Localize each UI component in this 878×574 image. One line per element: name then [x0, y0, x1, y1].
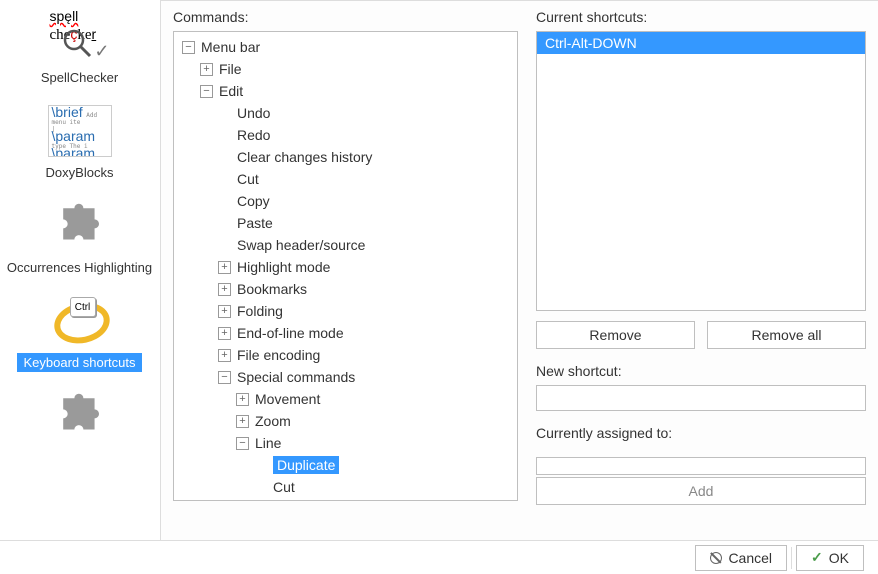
expand-icon[interactable]: +: [200, 63, 213, 76]
tree-item-label: Cut: [273, 479, 295, 495]
tree-item-menu-bar[interactable]: −Menu bar: [174, 36, 517, 58]
current-shortcuts-list[interactable]: Ctrl-Alt-DOWN: [536, 31, 866, 311]
tree-item-cut[interactable]: Cut: [174, 476, 517, 498]
tree-item-bookmarks[interactable]: + Bookmarks: [174, 278, 517, 300]
expand-icon[interactable]: +: [218, 327, 231, 340]
sidebar-item-doxyblocks[interactable]: \brief Add menu ite|\param type The i\pa…: [0, 95, 159, 190]
doxyblocks-icon: \brief Add menu ite|\param type The i\pa…: [48, 99, 112, 163]
tree-item-label: End-of-line mode: [237, 325, 344, 341]
tree-item-folding[interactable]: + Folding: [174, 300, 517, 322]
tree-item-clear-changes-history[interactable]: Clear changes history: [174, 146, 517, 168]
tree-item-zoom[interactable]: + Zoom: [174, 410, 517, 432]
tree-item-movement[interactable]: + Movement: [174, 388, 517, 410]
puzzle-icon: [48, 384, 112, 448]
tree-item-label: File: [219, 61, 242, 77]
expand-icon[interactable]: +: [236, 415, 249, 428]
tree-item-label: Edit: [219, 83, 243, 99]
tree-item-label: Cut: [237, 171, 259, 187]
collapse-icon[interactable]: −: [200, 85, 213, 98]
assigned-to-label: Currently assigned to:: [536, 425, 866, 441]
tree-item-cut[interactable]: Cut: [174, 168, 517, 190]
tree-item-undo[interactable]: Undo: [174, 102, 517, 124]
check-icon: ✓: [811, 549, 823, 566]
sidebar-item-keyboard-shortcuts[interactable]: Ctrl Keyboard shortcuts: [0, 285, 159, 380]
tree-item-swap-header-source[interactable]: Swap header/source: [174, 234, 517, 256]
tree-item-label: Movement: [255, 391, 320, 407]
tree-item-label: Undo: [237, 105, 270, 121]
tree-item-label: Clear changes history: [237, 149, 372, 165]
add-button[interactable]: Add: [536, 477, 866, 505]
tree-item-label: Zoom: [255, 413, 291, 429]
expand-icon[interactable]: +: [218, 283, 231, 296]
cancel-button[interactable]: Cancel: [695, 545, 787, 571]
remove-all-button[interactable]: Remove all: [707, 321, 866, 349]
keyboard-icon: Ctrl: [48, 289, 112, 353]
expand-icon[interactable]: +: [218, 305, 231, 318]
sidebar-item-item-4[interactable]: [0, 380, 159, 460]
sidebar-item-occurrences-highlighting[interactable]: Occurrences Highlighting: [0, 190, 159, 285]
tree-item-label: Line: [255, 435, 281, 451]
commands-tree[interactable]: −Menu bar+File−EditUndoRedoClear changes…: [173, 31, 518, 501]
tree-item-label: Folding: [237, 303, 283, 319]
tree-item-label: Duplicate: [273, 456, 339, 474]
expand-icon[interactable]: +: [236, 393, 249, 406]
sidebar-item-label: Keyboard shortcuts: [17, 353, 141, 372]
tree-item-edit[interactable]: −Edit: [174, 80, 517, 102]
current-shortcuts-label: Current shortcuts:: [536, 9, 866, 25]
sidebar-item-label: Occurrences Highlighting: [1, 258, 158, 277]
keyboard-shortcuts-panel: Commands: −Menu bar+File−EditUndoRedoCle…: [160, 0, 878, 540]
tree-item-file-encoding[interactable]: + File encoding: [174, 344, 517, 366]
tree-item-copy[interactable]: Copy: [174, 190, 517, 212]
shortcut-item[interactable]: Ctrl-Alt-DOWN: [537, 32, 865, 54]
ok-button[interactable]: ✓ OK: [796, 545, 864, 571]
tree-item-paste[interactable]: Paste: [174, 212, 517, 234]
remove-button[interactable]: Remove: [536, 321, 695, 349]
sidebar-item-label: DoxyBlocks: [40, 163, 120, 182]
puzzle-icon: [48, 194, 112, 258]
tree-item-duplicate[interactable]: Duplicate: [174, 454, 517, 476]
expand-icon[interactable]: +: [218, 349, 231, 362]
tree-item-line[interactable]: −Line: [174, 432, 517, 454]
plugin-sidebar: spęllcheçker ✓ SpellChecker\brief Add me…: [0, 0, 160, 540]
sidebar-item-label: [74, 448, 86, 452]
cancel-icon: [710, 552, 722, 564]
tree-item-label: Swap header/source: [237, 237, 365, 253]
new-shortcut-input[interactable]: [536, 385, 866, 411]
tree-item-label: Special commands: [237, 369, 355, 385]
spellcheck-icon: spęllcheçker ✓: [48, 4, 112, 68]
new-shortcut-label: New shortcut:: [536, 363, 866, 379]
tree-item-label: Bookmarks: [237, 281, 307, 297]
tree-item-end-of-line-mode[interactable]: + End-of-line mode: [174, 322, 517, 344]
sidebar-item-label: SpellChecker: [35, 68, 124, 87]
tree-item-label: Copy: [237, 193, 270, 209]
expand-icon[interactable]: +: [218, 261, 231, 274]
tree-item-label: Redo: [237, 127, 270, 143]
cancel-label: Cancel: [728, 550, 772, 566]
tree-item-highlight-mode[interactable]: + Highlight mode: [174, 256, 517, 278]
commands-label: Commands:: [173, 9, 518, 25]
sidebar-item-spellchecker[interactable]: spęllcheçker ✓ SpellChecker: [0, 0, 159, 95]
tree-item-redo[interactable]: Redo: [174, 124, 517, 146]
ok-label: OK: [829, 550, 849, 566]
tree-item-label: Menu bar: [201, 39, 260, 55]
dialog-footer: Cancel ✓ OK: [0, 540, 878, 574]
tree-item-file[interactable]: + File: [174, 58, 517, 80]
tree-item-label: Paste: [237, 215, 273, 231]
tree-item-special-commands[interactable]: −Special commands: [174, 366, 517, 388]
tree-item-label: File encoding: [237, 347, 320, 363]
tree-item-label: Highlight mode: [237, 259, 330, 275]
collapse-icon[interactable]: −: [218, 371, 231, 384]
collapse-icon[interactable]: −: [236, 437, 249, 450]
collapse-icon[interactable]: −: [182, 41, 195, 54]
assigned-to-box: [536, 457, 866, 475]
